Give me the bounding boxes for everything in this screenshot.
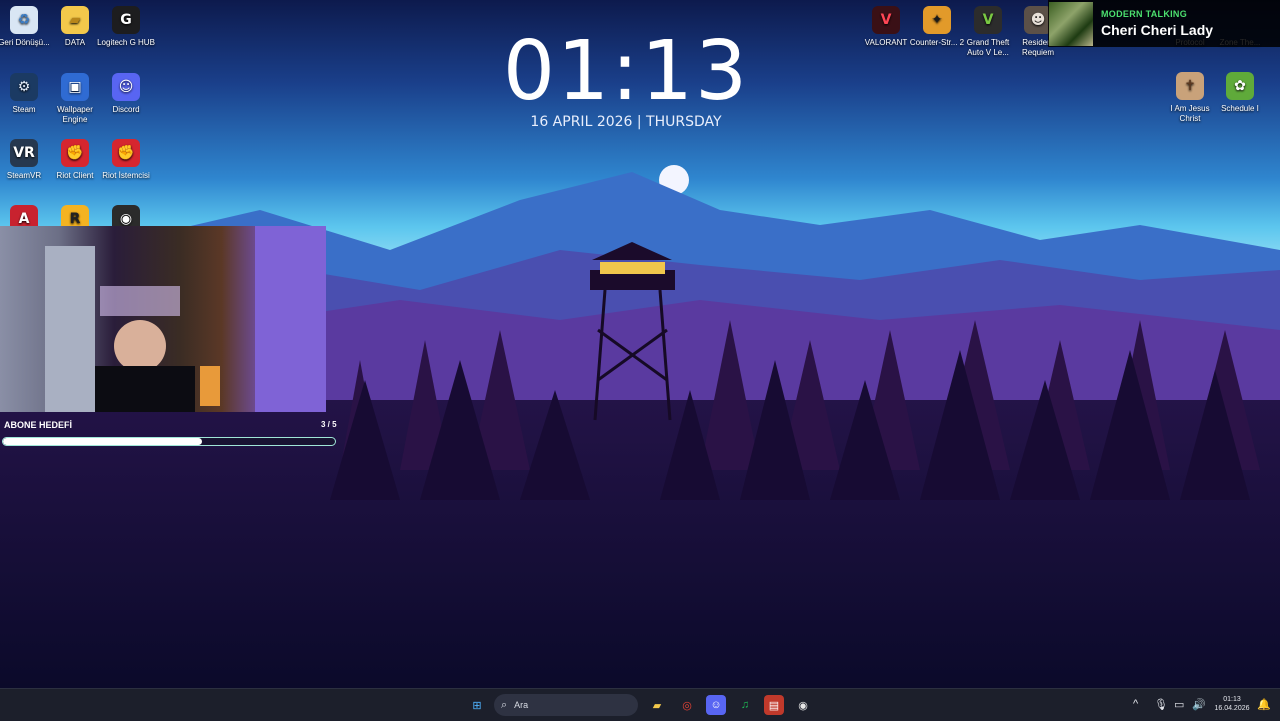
start-button[interactable]: ⊞ xyxy=(467,695,487,715)
notification-icon[interactable]: 🔔 xyxy=(1257,698,1271,711)
desktop-icon-label: Riot İstemcisi xyxy=(102,171,150,180)
desktop-icon-riot-client[interactable]: ✊ Riot Client xyxy=(46,139,104,181)
now-playing-artist: MODERN TALKING xyxy=(1101,9,1188,19)
webcam-overlay xyxy=(0,226,326,412)
tray-overflow-icon[interactable]: ^ xyxy=(1133,698,1138,710)
search-icon: ⌕ xyxy=(501,698,508,711)
riot-client-icon: ✊ xyxy=(61,139,89,167)
taskbar-search[interactable]: ⌕ Ara xyxy=(494,694,638,716)
now-playing-title: Cheri Cheri Lady xyxy=(1101,22,1214,38)
tray-time: 01:13 xyxy=(1223,696,1241,703)
subscriber-goal-label: ABONE HEDEFİ xyxy=(4,420,73,430)
microphone-icon[interactable]: 🎙 xyxy=(1154,698,1168,711)
subscriber-goal-fill xyxy=(3,438,203,445)
taskbar-spotify[interactable]: ♫ xyxy=(735,695,755,715)
riot-istemcisi-icon: ✊ xyxy=(112,139,140,167)
volume-icon[interactable]: 🔊 xyxy=(1192,698,1206,711)
taskbar-chrome[interactable]: ◎ xyxy=(677,695,697,715)
taskbar-obs[interactable]: ◉ xyxy=(793,695,813,715)
taskbar-voicemeeter[interactable]: ▤ xyxy=(764,695,784,715)
taskbar-file-explorer[interactable]: ▰ xyxy=(647,695,667,715)
subscriber-goal-count: 3 / 5 xyxy=(321,420,337,429)
search-placeholder: Ara xyxy=(514,700,529,710)
taskbar: ⊞ ⌕ Ara ▰ ◎ ☺ ♫ ▤ ◉ ^ 🎙 ▭ 🔊 01:13 16.04.2026 … xyxy=(0,688,1280,721)
network-icon[interactable]: ▭ xyxy=(1174,698,1184,711)
now-playing-widget: MODERN TALKING Cheri Cheri Lady xyxy=(1048,0,1280,47)
desktop-icon-riot-istemcisi[interactable]: ✊ Riot İstemcisi xyxy=(97,139,155,181)
desktop-icon-label: Riot Client xyxy=(56,171,94,180)
album-cover xyxy=(1049,1,1093,46)
steamvr-icon: VR xyxy=(10,139,38,167)
tray-date: 16.04.2026 xyxy=(1214,705,1250,712)
taskbar-discord[interactable]: ☺ xyxy=(706,695,726,715)
tray-clock[interactable]: 01:13 16.04.2026 xyxy=(1212,695,1252,713)
clock-date: 16 APRIL 2026 | THURSDAY xyxy=(530,114,722,130)
subscriber-goal-bar xyxy=(2,437,336,446)
